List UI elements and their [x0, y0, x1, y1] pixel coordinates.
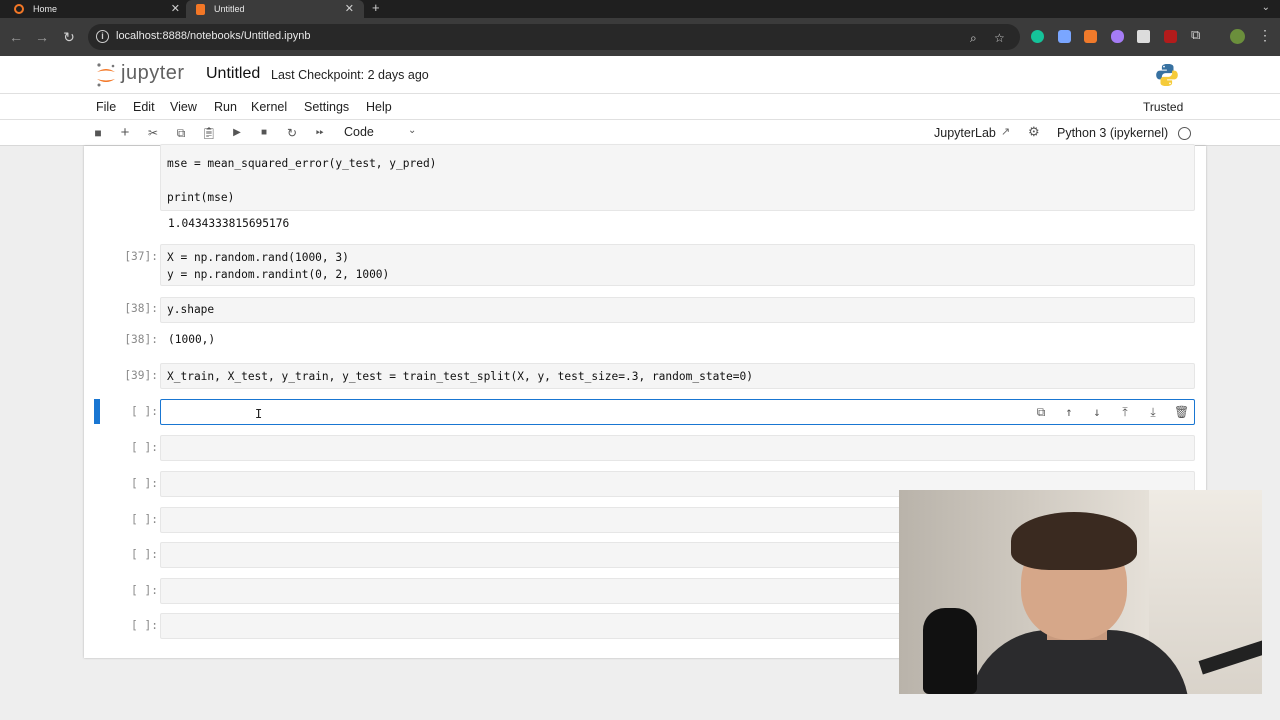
jupyterlab-link[interactable]: JupyterLab [934, 126, 996, 140]
menu-file[interactable]: File [96, 100, 116, 114]
tab-untitled-label: Untitled [214, 4, 245, 14]
duplicate-cell-icon[interactable]: ⧉ [1034, 404, 1048, 420]
bookmark-star-icon[interactable]: ☆ [994, 31, 1005, 45]
restart-icon[interactable]: ↻ [284, 125, 300, 141]
code-line: y = np.random.randint(0, 2, 1000) [167, 268, 390, 281]
cell-prompt: [ ]: [131, 584, 158, 597]
extension-icon[interactable] [1137, 30, 1150, 43]
add-cell-icon[interactable]: + [117, 125, 133, 141]
browser-menu-icon[interactable]: ⋮ [1258, 27, 1272, 44]
cell-prompt: [38]: [124, 302, 158, 315]
code-cell-input[interactable]: X = np.random.rand(1000, 3) y = np.rando… [160, 244, 1195, 286]
cell-toolbar: ⧉ ↑ ↓ ⤒ ⤓ 🗑︎ [1034, 404, 1190, 420]
menu-help[interactable]: Help [366, 100, 392, 114]
cut-icon[interactable]: ✂ [145, 125, 161, 141]
menu-edit[interactable]: Edit [133, 100, 155, 114]
site-info-icon[interactable]: i [96, 30, 109, 43]
extensions-puzzle-icon[interactable]: ⧉ [1191, 27, 1205, 42]
active-cell-indicator [94, 399, 100, 424]
kernel-status-icon [1178, 127, 1191, 140]
external-link-icon[interactable]: ↗ [1001, 125, 1010, 138]
menu-view[interactable]: View [170, 100, 197, 114]
grammarly-extension-icon[interactable] [1031, 30, 1044, 43]
python-logo-icon [1156, 64, 1178, 86]
extension-icon[interactable] [1111, 30, 1124, 43]
cell-prompt: [ ]: [131, 513, 158, 526]
profile-avatar[interactable] [1230, 29, 1245, 44]
restart-run-all-icon[interactable]: ⏩︎ [312, 125, 328, 141]
zoom-icon[interactable]: ⌕ [970, 31, 977, 46]
ublock-extension-icon[interactable] [1164, 30, 1177, 43]
move-down-icon[interactable]: ↓ [1090, 404, 1104, 420]
insert-below-icon[interactable]: ⤓ [1146, 404, 1160, 420]
code-cell-input[interactable]: mse = mean_squared_error(y_test, y_pred)… [160, 144, 1195, 211]
cell-prompt: [ ]: [131, 548, 158, 561]
menu-kernel[interactable]: Kernel [251, 100, 287, 114]
cell-output: 1.0434333815695176 [168, 217, 290, 230]
jupyter-header: jupyter Untitled Last Checkpoint: 2 days… [0, 56, 1280, 94]
cell-prompt: [39]: [124, 369, 158, 382]
tab-search-chevron-icon[interactable]: ⌄ [1262, 0, 1270, 16]
kernel-name[interactable]: Python 3 (ipykernel) [1057, 126, 1168, 140]
microphone [923, 608, 977, 694]
stop-icon[interactable]: ■ [256, 125, 272, 141]
paste-icon[interactable]: 📋︎ [201, 125, 217, 141]
code-line: mse = mean_squared_error(y_test, y_pred) [167, 157, 437, 170]
text-cursor-icon: I [255, 407, 263, 421]
code-cell-input[interactable]: X_train, X_test, y_train, y_test = train… [160, 363, 1195, 389]
forward-icon[interactable]: → [32, 27, 52, 47]
menu-run[interactable]: Run [214, 100, 237, 114]
close-icon[interactable]: ✕ [171, 2, 180, 15]
webcam-video-overlay [899, 490, 1262, 694]
cell-prompt: [ ]: [131, 477, 158, 490]
gear-icon[interactable]: ⚙ [1028, 124, 1040, 140]
menu-settings[interactable]: Settings [304, 100, 349, 114]
notebook-favicon-icon [196, 3, 205, 15]
cell-prompt: [ ]: [131, 441, 158, 454]
code-cell-input[interactable]: y.shape [160, 297, 1195, 323]
notebook-toolbar: ■ + ✂ ⧉ 📋︎ ▶ ■ ↻ ⏩︎ Code ⌄ JupyterLab ↗ … [0, 120, 1280, 146]
code-line: X = np.random.rand(1000, 3) [167, 251, 349, 264]
url-text: localhost:8888/notebooks/Untitled.ipynb [116, 30, 311, 42]
url-bar[interactable]: i localhost:8888/notebooks/Untitled.ipyn… [88, 24, 1020, 50]
code-line: X_train, X_test, y_train, y_test = train… [167, 370, 753, 383]
code-line: y.shape [167, 303, 215, 316]
jupyter-logo-text[interactable]: jupyter [121, 62, 185, 85]
cell-type-select[interactable]: Code [344, 125, 374, 139]
chevron-down-icon[interactable]: ⌄ [408, 125, 416, 136]
browser-tab-bar: Home ✕ Untitled ✕ + ⌄ [0, 0, 1280, 18]
trusted-indicator[interactable]: Trusted [1143, 100, 1183, 114]
jupyter-favicon-icon [14, 4, 24, 14]
back-icon[interactable]: ← [6, 27, 26, 47]
browser-address-bar: ← → ↻ i localhost:8888/notebooks/Untitle… [0, 18, 1280, 56]
reload-icon[interactable]: ↻ [59, 27, 79, 47]
copy-icon[interactable]: ⧉ [173, 125, 189, 141]
jupyter-logo-icon[interactable] [95, 62, 117, 88]
tab-untitled[interactable]: Untitled ✕ [186, 0, 364, 18]
notebook-title[interactable]: Untitled [206, 65, 260, 83]
delete-cell-icon[interactable]: 🗑︎ [1174, 404, 1189, 420]
menu-bar: File Edit View Run Kernel Settings Help … [0, 94, 1280, 120]
move-up-icon[interactable]: ↑ [1062, 404, 1076, 420]
run-icon[interactable]: ▶ [229, 125, 245, 141]
insert-above-icon[interactable]: ⤒ [1118, 404, 1132, 420]
extension-icon[interactable] [1058, 30, 1071, 43]
checkpoint-status: Last Checkpoint: 2 days ago [271, 68, 429, 82]
cell-prompt: [37]: [124, 250, 158, 263]
output-prompt: [38]: [124, 333, 158, 346]
extension-icon[interactable] [1084, 30, 1097, 43]
active-code-cell-input[interactable]: ⧉ ↑ ↓ ⤒ ⤓ 🗑︎ [160, 399, 1195, 425]
cell-prompt: [ ]: [131, 619, 158, 632]
close-icon[interactable]: ✕ [345, 2, 354, 15]
tab-home-label: Home [33, 4, 58, 14]
cell-prompt: [ ]: [131, 405, 158, 418]
new-tab-icon[interactable]: + [372, 0, 380, 18]
presenter-hair [1011, 512, 1137, 570]
cell-output: (1000,) [168, 333, 216, 346]
code-line: print(mse) [167, 191, 235, 204]
code-cell-input[interactable] [160, 435, 1195, 461]
tab-home[interactable]: Home ✕ [14, 0, 190, 18]
save-icon[interactable]: ■ [90, 125, 106, 141]
